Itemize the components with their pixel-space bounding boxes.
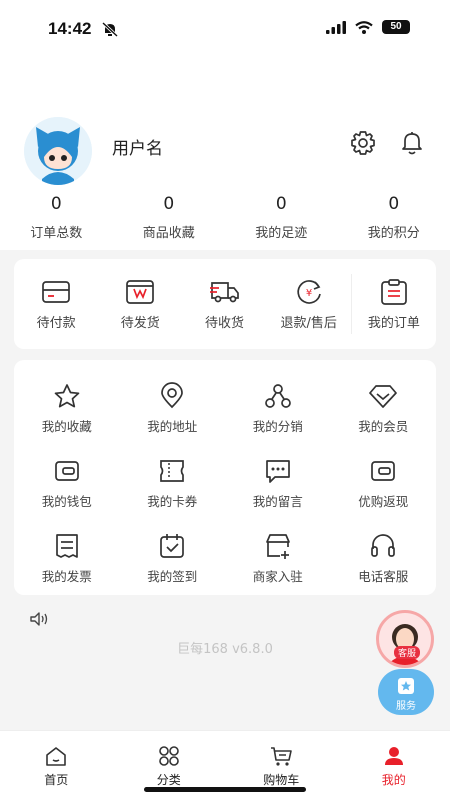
cart-icon [271,747,293,766]
service-label: 优购返现 [358,494,409,509]
stat-favorites[interactable]: 0 商品收藏 [113,194,226,241]
username[interactable]: 用户名 [112,134,163,159]
tab-label: 首页 [44,773,69,787]
service-label: 我的发票 [41,569,92,584]
order-status-card: 待付款 待发货 待收货 ¥ 退款/售后 我的订单 [14,259,436,349]
diamond-icon [369,385,398,408]
service-label: 我的留言 [252,494,303,509]
stats-row: 0 订单总数 0 商品收藏 0 我的足迹 0 我的积分 [0,194,450,241]
package-icon [126,279,155,304]
status-time: 14:42 [48,19,92,38]
service-label: 电话客服 [358,569,409,584]
order-pending-receipt[interactable]: 待收货 [182,278,266,331]
status-bar: 14:42 50 [0,0,450,60]
order-label: 退款/售后 [280,315,337,331]
grid-icon [158,746,179,766]
refund-icon: ¥ [297,279,321,304]
bell-icon[interactable] [398,129,426,157]
tab-label: 我的 [381,773,406,787]
truck-icon [209,281,239,302]
service-address[interactable]: 我的地址 [120,382,226,435]
service-invoice[interactable]: 我的发票 [14,532,120,585]
order-label: 待收货 [205,315,245,331]
headset-icon [371,534,396,557]
service-float-button[interactable]: 服务 [378,669,434,715]
service-distribution[interactable]: 我的分销 [225,382,331,435]
user-icon [384,747,403,765]
stat-value: 0 [275,194,287,214]
stat-label: 我的积分 [367,226,420,241]
service-star-icon [398,678,414,694]
service-checkin[interactable]: 我的签到 [120,532,226,585]
service-label: 我的钱包 [41,494,92,509]
service-label: 我的分销 [252,419,303,434]
services-card: 我的收藏 我的地址 我的分销 我的会员 我的钱包 我的卡券 我的留言 优购返现 [14,360,436,595]
order-label: 我的订单 [367,315,420,331]
signal-icon [326,20,346,34]
speaker-icon[interactable] [29,611,49,627]
avatar-cat-icon [24,117,92,185]
service-float-label: 服务 [396,701,416,712]
wifi-icon [355,20,373,34]
service-messages[interactable]: 我的留言 [225,457,331,510]
clipboard-icon [381,278,407,305]
share-network-icon [264,384,291,408]
battery-indicator: 50 [382,20,410,34]
invoice-icon [55,534,78,558]
service-membership[interactable]: 我的会员 [331,382,437,435]
wallet-icon [42,280,70,303]
checkin-icon [160,534,185,558]
svg-text:¥: ¥ [306,288,312,299]
order-pending-shipment[interactable]: 待发货 [98,278,182,331]
service-wallet[interactable]: 我的钱包 [14,457,120,510]
settings-gear-icon[interactable] [349,129,377,157]
ticket-icon [160,460,185,482]
stat-label: 我的足迹 [255,226,308,241]
avatar[interactable] [24,117,92,185]
my-orders-button[interactable]: 我的订单 [352,278,436,331]
service-label: 商家入驻 [252,569,303,584]
profile-header: 用户名 0 订单总数 0 商品收藏 0 我的足迹 0 我的积分 [0,60,450,250]
order-label: 待发货 [120,315,160,331]
location-icon [161,382,184,409]
message-icon [265,460,290,483]
service-label: 我的地址 [147,419,198,434]
service-coupons[interactable]: 我的卡券 [120,457,226,510]
customer-service-float-button[interactable]: 客服 [376,610,434,668]
order-refund-aftersale[interactable]: ¥ 退款/售后 [267,278,351,331]
stat-label: 商品收藏 [142,226,195,241]
service-favorites[interactable]: 我的收藏 [14,382,120,435]
service-phone-support[interactable]: 电话客服 [331,532,437,585]
wallet-icon [54,461,79,481]
customer-service-label: 客服 [394,646,421,659]
home-indicator [144,787,306,792]
service-merchant-join[interactable]: 商家入驻 [225,532,331,585]
service-cashback[interactable]: 优购返现 [331,457,437,510]
order-pending-payment[interactable]: 待付款 [14,278,98,331]
service-label: 我的签到 [147,569,198,584]
tab-mine[interactable]: 我的 [338,731,450,800]
stat-value: 0 [163,194,175,214]
stat-value: 0 [388,194,400,214]
cashback-icon [371,461,396,481]
service-label: 我的卡券 [147,494,198,509]
tab-label: 购物车 [263,773,300,787]
stat-points[interactable]: 0 我的积分 [338,194,450,241]
service-label: 我的会员 [358,419,409,434]
stat-label: 订单总数 [30,226,83,241]
mute-bell-icon [102,22,118,37]
home-icon [46,747,67,766]
tab-home[interactable]: 首页 [0,731,113,800]
order-label: 待付款 [36,315,76,331]
stat-value: 0 [50,194,62,214]
stat-orders-total[interactable]: 0 订单总数 [0,194,113,241]
stat-footprints[interactable]: 0 我的足迹 [225,194,338,241]
service-label: 我的收藏 [41,419,92,434]
tab-label: 分类 [156,773,181,787]
star-icon [54,384,80,408]
store-icon [265,534,290,559]
